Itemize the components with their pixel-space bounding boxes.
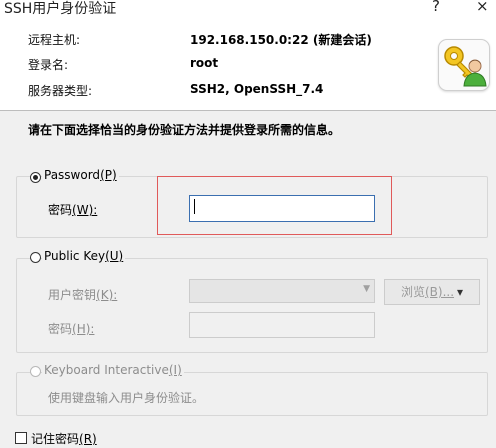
remember-password-label[interactable]: 记住密码(R) — [31, 430, 97, 447]
user-key-select[interactable]: ▼ — [189, 279, 375, 303]
instruction-text: 请在下面选择恰当的身份验证方法并提供登录所需的信息。 — [28, 123, 341, 137]
window-title: SSH用户身份验证 — [4, 1, 117, 17]
highlight-annotation-box — [157, 176, 392, 235]
chevron-down-icon: ▼ — [363, 284, 370, 294]
public-key-radio-label[interactable]: Public Key(U) — [42, 249, 126, 263]
password-radio-label[interactable]: Password(P) — [42, 168, 119, 182]
password-radio[interactable] — [30, 172, 41, 183]
login-name-label: 登录名: — [28, 58, 69, 72]
passphrase-input[interactable] — [189, 312, 375, 338]
close-button[interactable]: × — [476, 0, 489, 15]
keyboard-interactive-radio-label[interactable]: Keyboard Interactive(I) — [42, 363, 184, 377]
remember-password-checkbox[interactable] — [15, 432, 27, 444]
login-name-value: root — [190, 56, 219, 70]
public-key-group — [16, 258, 488, 353]
key-user-icon — [438, 39, 490, 91]
keyboard-interactive-description: 使用键盘输入用户身份验证。 — [48, 391, 205, 405]
server-type-label: 服务器类型: — [28, 84, 93, 98]
remote-host-label: 远程主机: — [28, 33, 81, 47]
help-button[interactable]: ? — [432, 0, 440, 15]
browse-button[interactable]: 浏览(B)... ▾ — [384, 279, 480, 305]
keyboard-interactive-radio[interactable] — [30, 366, 41, 377]
password-field-label: 密码(W): — [48, 203, 98, 217]
server-type-value: SSH2, OpenSSH_7.4 — [190, 82, 324, 96]
dropdown-arrow-icon: ▾ — [457, 285, 464, 299]
passphrase-label: 密码(H): — [48, 322, 95, 336]
remote-host-value: 192.168.150.0:22 (新建会话) — [190, 33, 372, 47]
public-key-radio[interactable] — [30, 252, 41, 263]
user-key-label: 用户密钥(K): — [48, 288, 118, 302]
